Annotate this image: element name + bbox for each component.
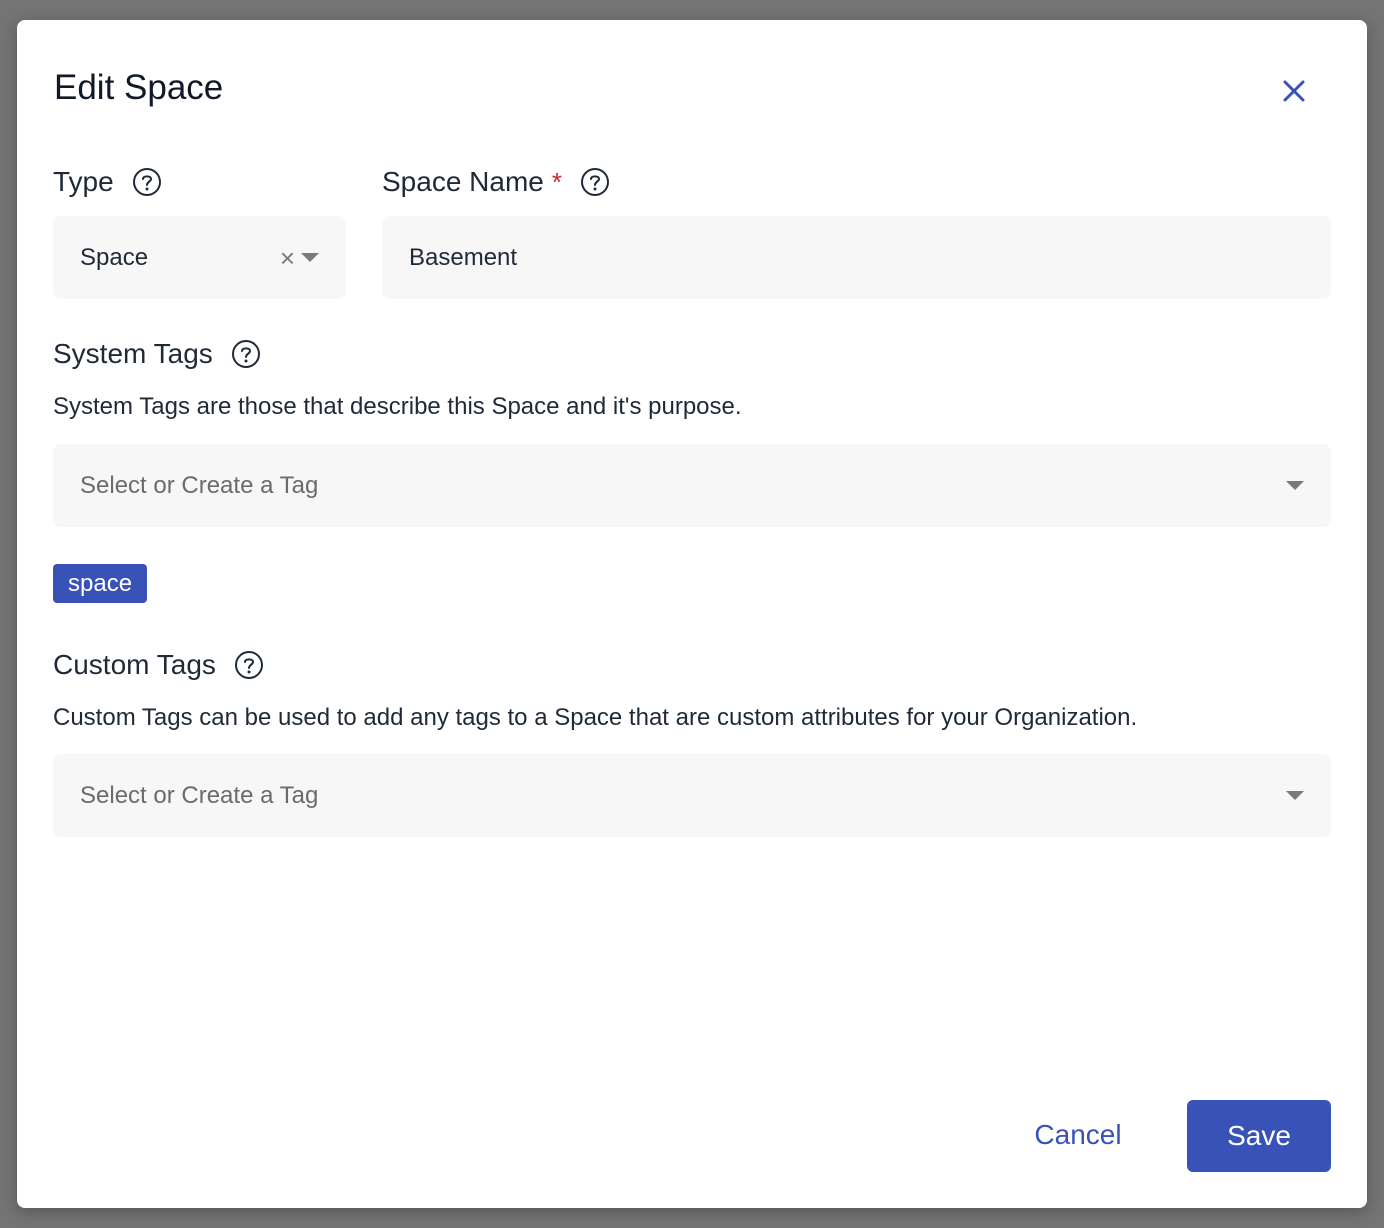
space-name-value: Basement (409, 243, 518, 271)
save-button[interactable]: Save (1187, 1100, 1331, 1172)
edit-space-dialog: Edit Space Type Space Name * Space × Bas… (17, 20, 1367, 1208)
space-name-input[interactable]: Basement (382, 216, 1331, 299)
help-circle-icon[interactable] (580, 167, 610, 197)
chevron-down-icon[interactable] (1286, 481, 1304, 490)
chevron-down-icon[interactable] (301, 253, 319, 262)
system-tag-chip[interactable]: space (53, 564, 148, 603)
custom-tags-placeholder: Select or Create a Tag (80, 781, 319, 809)
system-tags-select[interactable]: Select or Create a Tag (53, 444, 1331, 527)
type-label-row: Type (53, 166, 162, 198)
help-circle-icon[interactable] (231, 339, 261, 369)
system-tags-label: System Tags (53, 338, 213, 369)
custom-tags-label: Custom Tags (53, 649, 216, 680)
custom-tags-description: Custom Tags can be used to add any tags … (53, 704, 1138, 731)
space-name-label: Space Name (382, 166, 544, 197)
required-asterisk: * (551, 166, 562, 197)
close-button[interactable] (1279, 76, 1309, 106)
clear-icon[interactable]: × (280, 245, 295, 271)
type-select-value: Space (80, 243, 149, 271)
cancel-button[interactable]: Cancel (1017, 1105, 1139, 1165)
system-tags-description: System Tags are those that describe this… (53, 393, 742, 420)
chevron-down-icon[interactable] (1286, 791, 1304, 800)
help-circle-icon[interactable] (234, 650, 264, 680)
custom-tags-label-row: Custom Tags (53, 649, 264, 681)
type-select[interactable]: Space × (53, 216, 346, 299)
dialog-title: Edit Space (54, 68, 224, 107)
help-circle-icon[interactable] (132, 167, 162, 197)
custom-tags-select[interactable]: Select or Create a Tag (53, 754, 1331, 837)
close-icon (1283, 80, 1305, 102)
system-tags-label-row: System Tags (53, 338, 261, 370)
space-name-label-row: Space Name * (382, 166, 610, 198)
system-tags-placeholder: Select or Create a Tag (80, 471, 319, 499)
type-label: Type (53, 166, 114, 197)
